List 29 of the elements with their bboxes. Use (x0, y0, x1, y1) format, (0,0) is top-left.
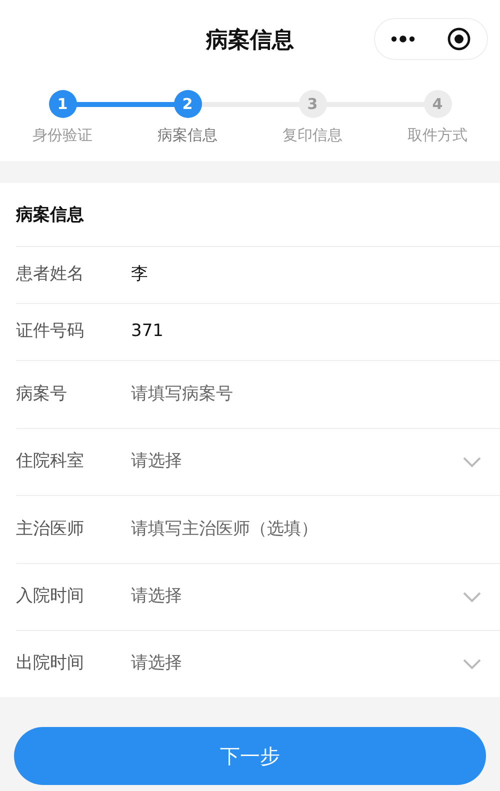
select-field[interactable]: 请选择 (131, 449, 462, 475)
chevron-down-icon[interactable] (462, 591, 482, 603)
field-label: 出院时间 (16, 652, 85, 676)
field-label: 证件号码 (16, 320, 85, 344)
step-label: 身份验证 (32, 125, 92, 146)
field-label: 住院科室 (16, 450, 85, 474)
input-field[interactable]: 请填写主治医师（选填） (131, 516, 482, 542)
next-button[interactable]: 下一步 (14, 727, 486, 785)
field-label: 病案号 (16, 382, 68, 406)
field-label: 主治医师 (16, 518, 85, 541)
step-label: 复印信息 (282, 125, 342, 146)
section-title: 病案信息 (14, 204, 85, 226)
window-title: 病案信息 (206, 26, 294, 54)
field-label: 患者姓名 (16, 263, 85, 286)
step-label: 病案信息 (158, 125, 218, 146)
chevron-down-icon[interactable] (462, 456, 482, 468)
step-number: 1 (48, 90, 76, 118)
select-field[interactable]: 请选择 (131, 584, 462, 610)
more-icon[interactable] (391, 35, 415, 43)
step-label: 取件方式 (408, 125, 468, 146)
input-field[interactable]: 请填写病案号 (131, 382, 482, 408)
step-number: 2 (174, 90, 202, 118)
field-label: 入院时间 (16, 585, 85, 608)
select-field[interactable]: 请选择 (131, 651, 462, 677)
step-number: 3 (298, 90, 326, 118)
chevron-down-icon[interactable] (462, 658, 482, 670)
field-value: 李 (131, 263, 148, 286)
field-value: 371 (131, 320, 164, 344)
step-number: 4 (424, 90, 452, 118)
